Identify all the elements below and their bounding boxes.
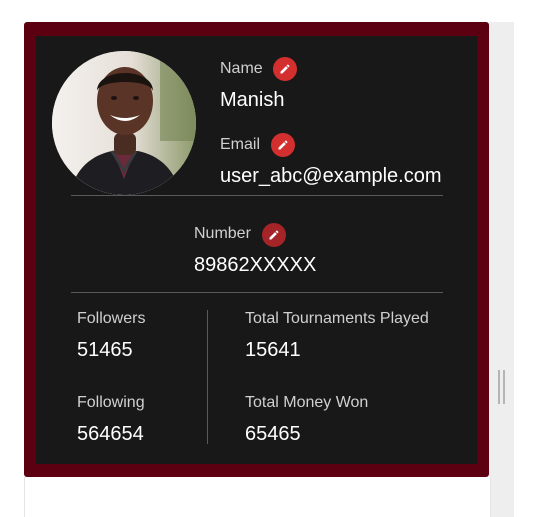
edit-number-button[interactable] (262, 223, 286, 247)
followers-value: 51465 (77, 339, 133, 361)
tournaments-label: Total Tournaments Played (245, 310, 429, 327)
name-label: Name (220, 60, 263, 77)
pencil-icon (280, 64, 290, 74)
edit-name-button[interactable] (273, 57, 297, 81)
avatar (52, 51, 196, 195)
money-label: Total Money Won (245, 394, 369, 411)
money-value: 65465 (245, 423, 301, 445)
side-panel (489, 22, 514, 517)
divider (71, 292, 443, 293)
followers-label: Followers (77, 310, 146, 327)
name-value: Manish (220, 89, 285, 111)
resize-handle[interactable] (497, 370, 505, 404)
following-label: Following (77, 394, 145, 411)
pencil-icon (269, 230, 279, 240)
following-value: 564654 (77, 423, 144, 445)
email-value: user_abc@example.com (220, 165, 442, 187)
divider (71, 195, 443, 196)
edit-email-button[interactable] (271, 133, 295, 157)
email-label: Email (220, 136, 261, 153)
stats-divider (207, 310, 208, 444)
number-value: 89862XXXXX (194, 254, 317, 276)
pencil-icon (278, 140, 288, 150)
tournaments-value: 15641 (245, 339, 301, 361)
number-label: Number (194, 225, 251, 242)
below-card-area (24, 477, 491, 517)
